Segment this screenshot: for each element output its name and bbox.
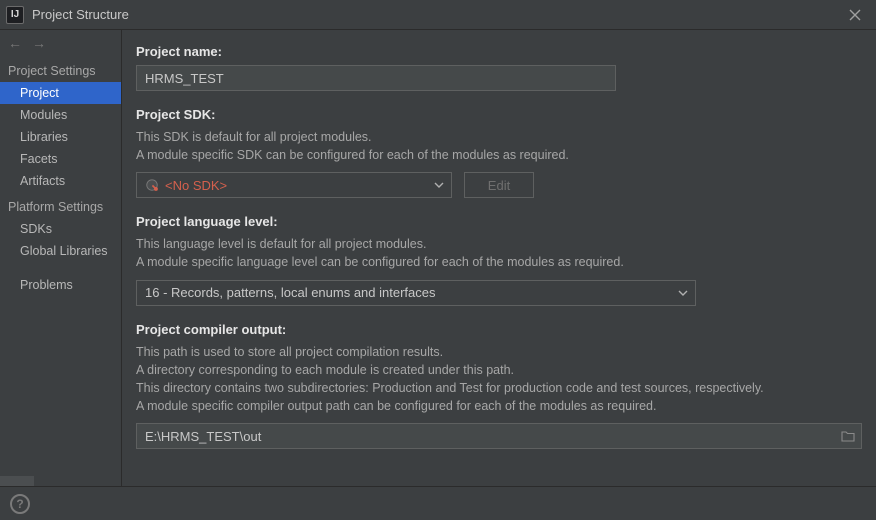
compiler-output-desc-1: This path is used to store all project c… [136,343,860,361]
sidebar-item-facets[interactable]: Facets [0,148,121,170]
project-sdk-desc-2: A module specific SDK can be configured … [136,146,860,164]
compiler-output-desc-2: A directory corresponding to each module… [136,361,860,379]
titlebar: IJ Project Structure [0,0,876,30]
sidebar: ← → Project Settings Project Modules Lib… [0,30,122,486]
close-icon [849,9,861,21]
app-icon: IJ [6,6,24,24]
sidebar-section-project-settings: Project Settings [0,56,121,82]
sdk-globe-icon [145,178,159,192]
main-panel: Project name: Project SDK: This SDK is d… [122,30,876,486]
project-sdk-desc-1: This SDK is default for all project modu… [136,128,860,146]
language-level-desc-1: This language level is default for all p… [136,235,860,253]
language-level-label: Project language level: [136,214,860,229]
help-button[interactable]: ? [10,494,30,514]
language-level-desc-2: A module specific language level can be … [136,253,860,271]
compiler-output-desc-4: A module specific compiler output path c… [136,397,860,415]
project-name-input[interactable] [136,65,616,91]
sidebar-item-global-libraries[interactable]: Global Libraries [0,240,121,262]
language-level-dropdown[interactable]: 16 - Records, patterns, local enums and … [136,280,696,306]
sidebar-section-platform-settings: Platform Settings [0,192,121,218]
project-sdk-dropdown[interactable]: <No SDK> [136,172,452,198]
folder-icon [841,430,855,442]
sidebar-resize-grip[interactable] [0,476,34,486]
sidebar-item-libraries[interactable]: Libraries [0,126,121,148]
compiler-output-input[interactable] [145,429,839,444]
sidebar-item-sdks[interactable]: SDKs [0,218,121,240]
browse-folder-button[interactable] [839,427,857,445]
project-sdk-value: <No SDK> [165,178,227,193]
sidebar-item-problems[interactable]: Problems [0,274,121,296]
language-level-value: 16 - Records, patterns, local enums and … [145,285,435,300]
chevron-down-icon [433,179,445,191]
window-title: Project Structure [32,7,129,22]
sidebar-nav-controls: ← → [0,30,121,56]
close-button[interactable] [840,0,870,30]
project-name-label: Project name: [136,44,860,59]
sidebar-item-artifacts[interactable]: Artifacts [0,170,121,192]
compiler-output-desc-3: This directory contains two subdirectori… [136,379,860,397]
chevron-down-icon [677,287,689,299]
nav-forward-icon[interactable]: → [32,35,46,51]
sidebar-item-project[interactable]: Project [0,82,121,104]
compiler-output-field[interactable] [136,423,862,449]
sidebar-item-modules[interactable]: Modules [0,104,121,126]
dialog-footer: ? [0,486,876,520]
project-sdk-label: Project SDK: [136,107,860,122]
edit-sdk-button[interactable]: Edit [464,172,534,198]
compiler-output-label: Project compiler output: [136,322,860,337]
nav-back-icon[interactable]: ← [8,35,22,51]
